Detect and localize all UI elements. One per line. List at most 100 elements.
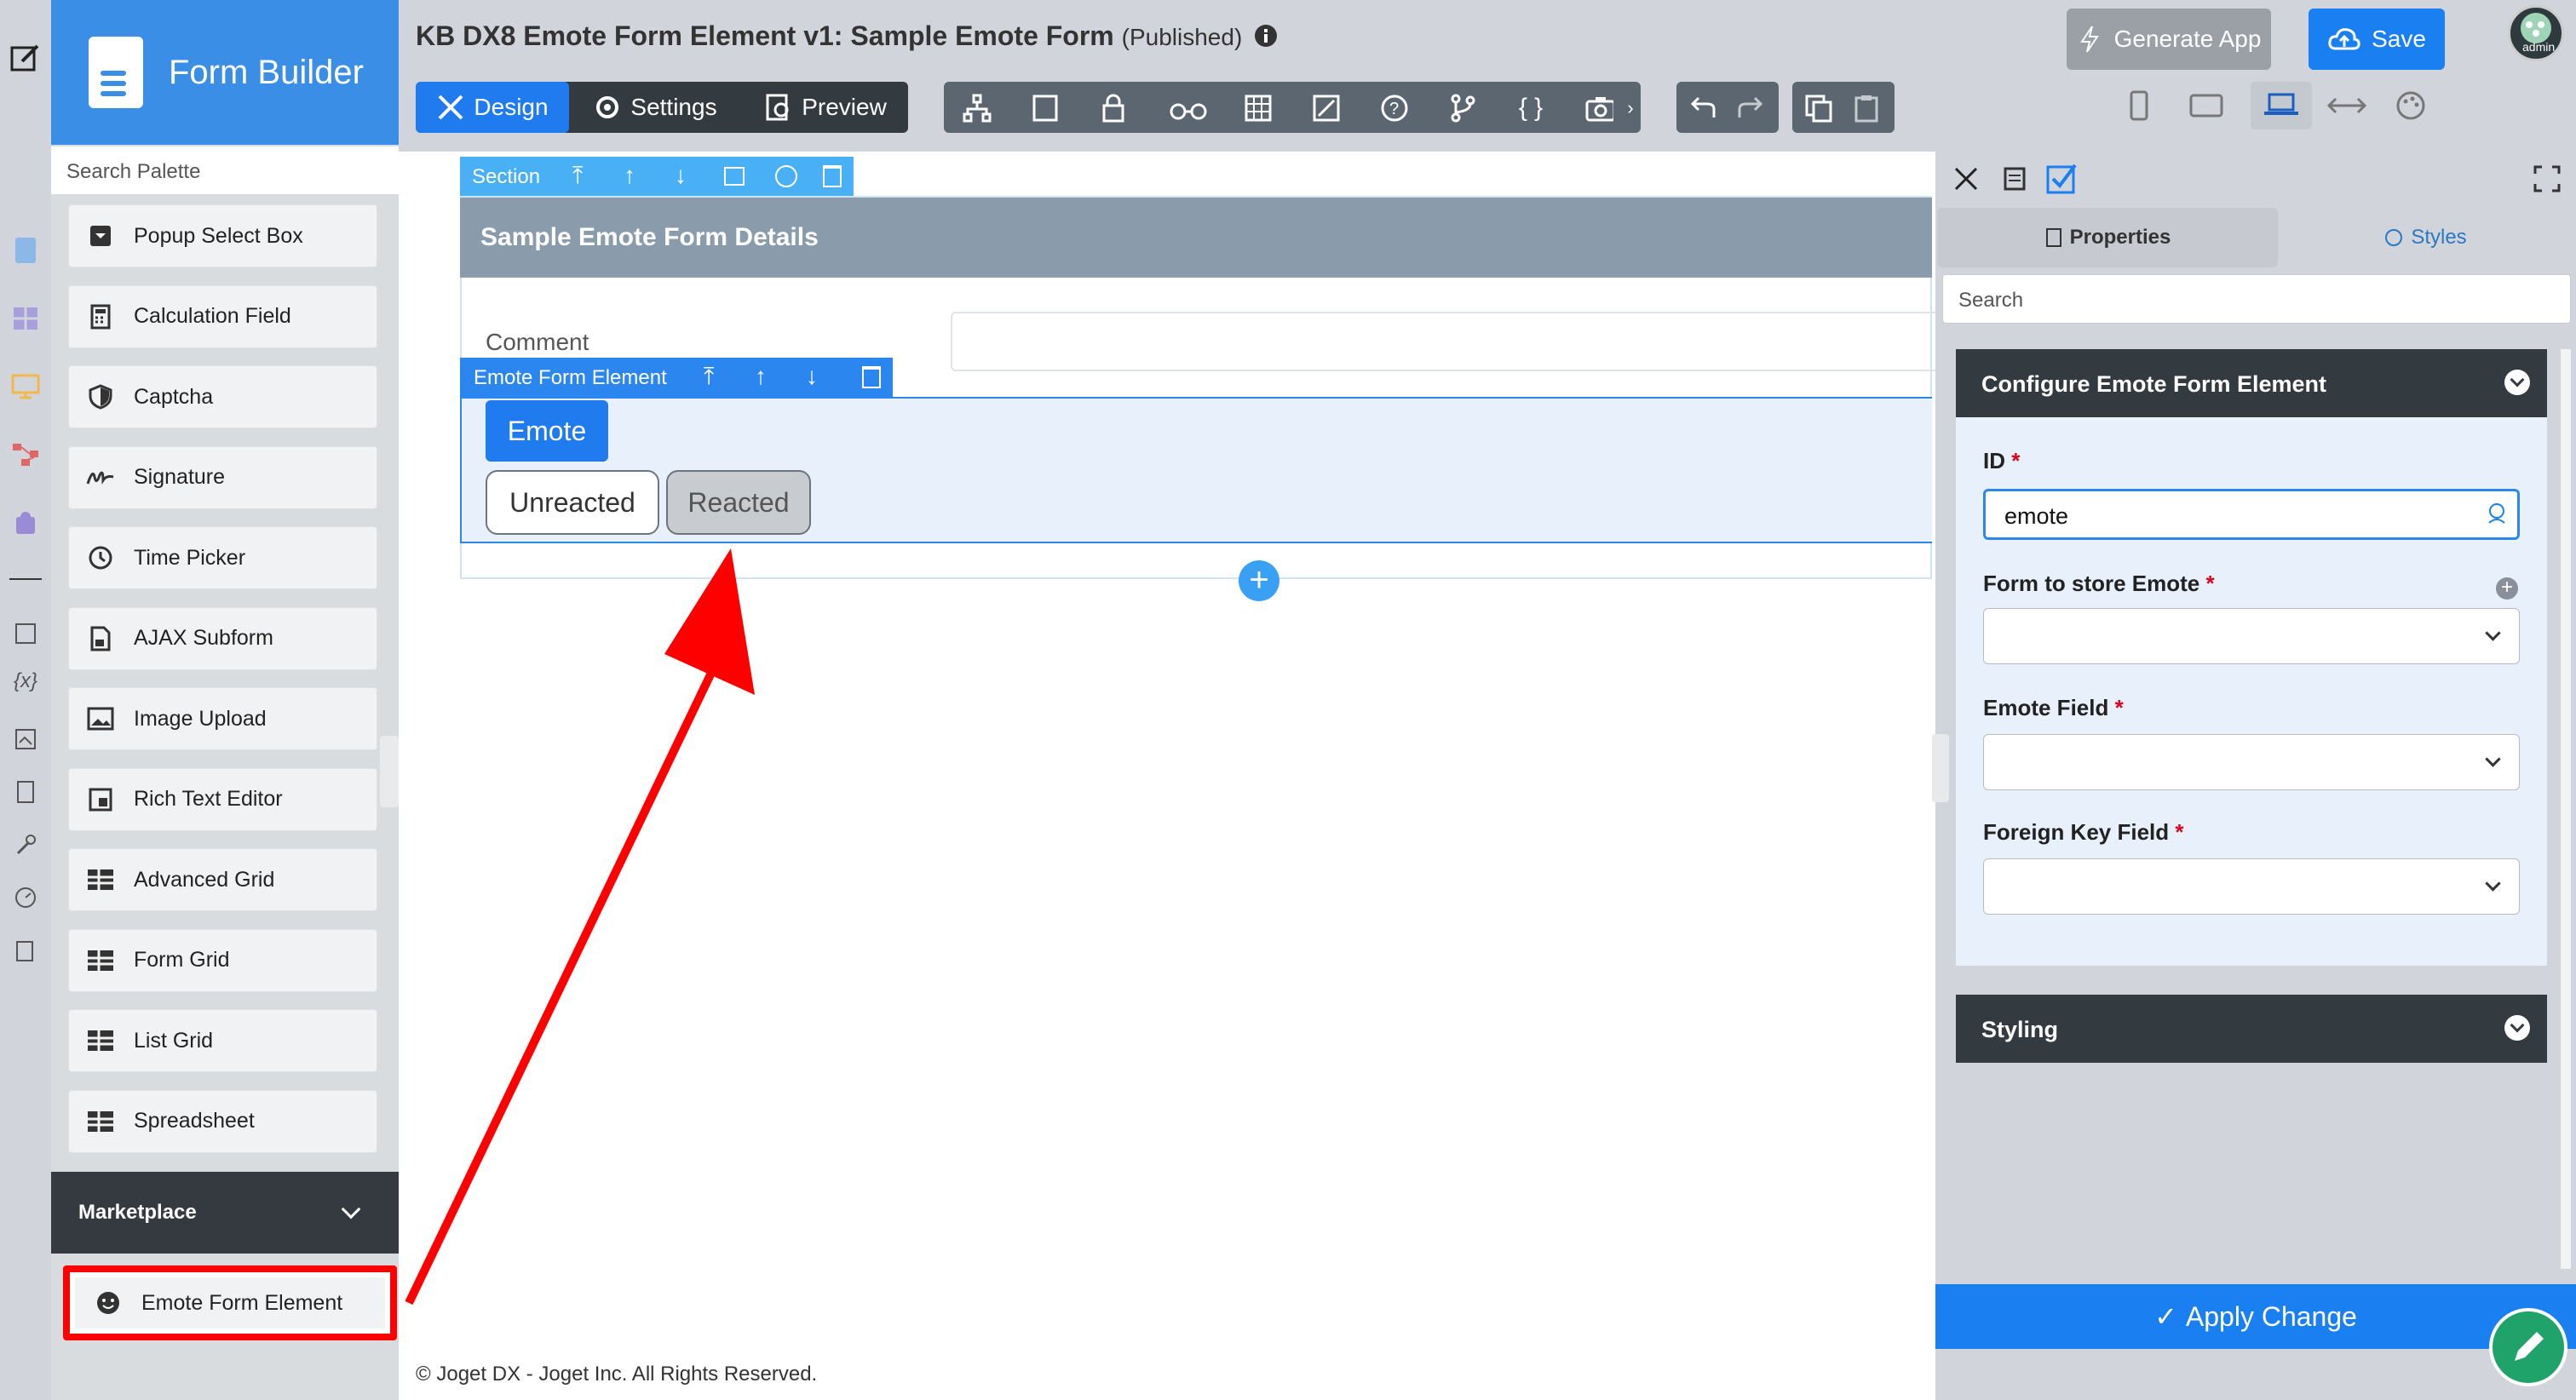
id-label-text: ID [1983, 448, 2005, 473]
tablet-view-icon[interactable] [2188, 89, 2225, 123]
comment-label: Comment [486, 329, 589, 355]
wrench-icon[interactable] [9, 828, 43, 862]
palette-item-signature[interactable]: Signature [68, 445, 377, 509]
branch-icon[interactable] [1448, 94, 1477, 123]
palette-item-label: AJAX Subform [134, 626, 273, 650]
close-icon[interactable] [1951, 164, 1981, 194]
palette-item-emote-form-element[interactable]: Emote Form Element [63, 1265, 397, 1340]
redo-icon[interactable] [1736, 94, 1765, 123]
arrow-down-icon[interactable]: ↓ [806, 363, 818, 390]
fullscreen-icon[interactable] [2532, 164, 2562, 194]
arrow-down-icon[interactable]: ↓ [675, 162, 687, 189]
palette-item-ajax-subform[interactable]: AJAX Subform [68, 606, 377, 670]
palette-item-rich-text-editor[interactable]: Rich Text Editor [68, 767, 377, 831]
reacted-button[interactable]: Reacted [666, 470, 811, 535]
pencil-icon [2515, 1332, 2544, 1361]
foreign-key-select[interactable] [1983, 858, 2520, 915]
emote-element-toolbar: Emote Form Element ⤒ ↑ ↓ [460, 358, 893, 397]
emote-field-select[interactable] [1983, 734, 2520, 790]
tab-settings[interactable]: Settings [574, 82, 736, 133]
marketplace-label: Marketplace [78, 1201, 197, 1224]
palette-item-list-grid[interactable]: List Grid [68, 1009, 377, 1072]
resources-icon[interactable] [9, 722, 43, 756]
userview-icon[interactable] [9, 370, 43, 404]
palette-item-form-grid[interactable]: Form Grid [68, 928, 377, 992]
pencil-edit-button[interactable] [2489, 1308, 2567, 1386]
info-icon[interactable] [1253, 23, 1279, 49]
form-icon[interactable] [9, 233, 43, 267]
add-element-button[interactable]: + [1239, 560, 1279, 601]
palette-item-time-picker[interactable]: Time Picker [68, 526, 377, 589]
image-edit-icon[interactable] [1312, 94, 1341, 123]
id-input[interactable]: emote [1983, 489, 2520, 540]
palette-item-spreadsheet[interactable]: Spreadsheet [68, 1089, 377, 1153]
tree-icon[interactable] [963, 94, 992, 123]
process-icon[interactable] [9, 438, 43, 472]
copy-icon[interactable] [1804, 94, 1833, 123]
palette-item-image-upload[interactable]: Image Upload [68, 687, 377, 750]
properties-search-input[interactable]: Search [1942, 274, 2571, 324]
document-icon[interactable] [9, 775, 43, 809]
styling-section-header[interactable]: Styling [1956, 995, 2547, 1063]
bolt-icon [2079, 26, 2099, 53]
tab-styles[interactable]: Styles [2278, 208, 2573, 267]
plugin-icon[interactable] [9, 506, 43, 540]
move-up-icon[interactable]: ⤒ [704, 363, 714, 391]
tab-preview[interactable]: Preview [745, 82, 906, 133]
palette-item-label: Time Picker [134, 545, 246, 570]
help-icon[interactable]: ? [1380, 94, 1409, 123]
panel-resize-handle[interactable] [1932, 734, 1949, 802]
unreacted-button[interactable]: Unreacted [486, 470, 659, 535]
paste-icon[interactable] [1852, 94, 1881, 123]
mobile-view-icon[interactable] [2125, 89, 2153, 123]
trash-icon[interactable] [823, 165, 842, 187]
config-section-header[interactable]: Configure Emote Form Element [1956, 349, 2547, 417]
scroll-right-icon[interactable]: › [1622, 94, 1639, 123]
code-braces-icon[interactable]: { } [1516, 94, 1545, 123]
arrow-up-icon[interactable]: ↑ [755, 363, 767, 390]
palette-item-advanced-grid[interactable]: Advanced Grid [68, 848, 377, 911]
add-form-icon[interactable]: + [2496, 577, 2518, 600]
checkbox-icon[interactable] [2044, 162, 2079, 196]
palette-search-input[interactable]: Search Palette [51, 146, 399, 194]
form-title-text: KB DX8 Emote Form Element v1: Sample Emo… [416, 20, 1114, 51]
marketplace-header[interactable]: Marketplace [51, 1172, 399, 1254]
comment-input[interactable] [951, 312, 1939, 371]
avatar[interactable]: admin [2508, 5, 2564, 61]
datalist-icon[interactable] [9, 301, 43, 336]
emote-button[interactable]: Emote [486, 400, 608, 462]
export-icon[interactable] [9, 933, 43, 967]
calculator-icon [86, 302, 115, 331]
table-icon[interactable] [1244, 94, 1273, 123]
columns-icon[interactable] [724, 167, 745, 186]
clock-icon [86, 543, 115, 572]
trash-icon[interactable] [862, 366, 881, 388]
palette-item-captcha[interactable]: Captcha [68, 365, 377, 428]
properties-list-icon[interactable] [1998, 164, 2029, 194]
properties-icon[interactable] [1031, 94, 1060, 123]
apply-change-button[interactable]: ✓ Apply Change [1935, 1284, 2576, 1349]
palette-theme-icon[interactable] [2394, 89, 2428, 123]
move-up-icon[interactable]: ⤒ [572, 162, 583, 190]
tab-properties[interactable]: Properties [1937, 208, 2278, 267]
note-icon[interactable] [9, 617, 43, 651]
generate-app-button-face[interactable]: Generate App [2067, 9, 2271, 70]
form-store-select[interactable] [1983, 608, 2520, 664]
palette-item-calculation-field[interactable]: Calculation Field [68, 284, 377, 348]
undo-icon[interactable] [1688, 94, 1717, 123]
full-width-icon[interactable] [2326, 89, 2368, 123]
autocomplete-icon[interactable] [2484, 501, 2510, 526]
gauge-icon[interactable] [9, 881, 43, 915]
palette-style-icon[interactable] [775, 165, 797, 187]
lock-icon[interactable] [1099, 94, 1128, 123]
tab-design[interactable]: Design [416, 82, 569, 133]
edit-icon[interactable] [9, 41, 43, 75]
palette-item-popup-select-box[interactable]: Popup Select Box [68, 204, 377, 267]
camera-icon[interactable] [1584, 94, 1613, 123]
save-button[interactable]: Save [2309, 9, 2445, 70]
scrollbar[interactable] [2561, 349, 2571, 1269]
laptop-view-button[interactable] [2251, 82, 2312, 129]
variables-icon[interactable]: {x} [9, 664, 43, 698]
arrow-up-icon[interactable]: ↑ [624, 162, 635, 189]
binoculars-icon[interactable] [1167, 94, 1210, 123]
